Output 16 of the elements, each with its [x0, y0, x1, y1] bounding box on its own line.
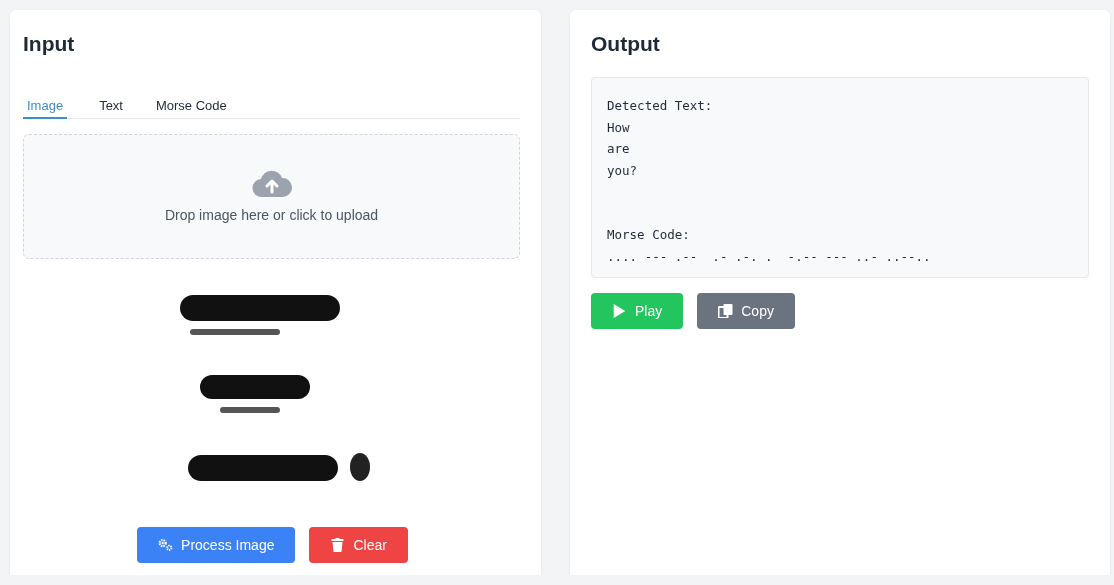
upload-dropzone[interactable]: Drop image here or click to upload — [23, 134, 520, 259]
detected-text-line: you? — [607, 161, 639, 180]
morse-code-text: .... --- .-- .- .-. . -.-- --- ..- ..--.. — [607, 247, 932, 266]
tab[interactable]: Text — [95, 85, 140, 119]
tab[interactable]: Morse Code — [152, 85, 244, 119]
detected-text-line: How — [607, 118, 631, 137]
process-button[interactable]: Process Image — [137, 527, 296, 563]
tab[interactable]: Image — [23, 85, 68, 119]
output-label: Morse Code: — [607, 226, 691, 244]
panel-title: Output — [591, 31, 661, 57]
panel-title: Input — [23, 31, 76, 57]
detected-text-line: are — [607, 140, 631, 158]
clear-button[interactable]: Clear — [309, 527, 408, 563]
copy-button[interactable]: Copy — [697, 293, 795, 329]
upload-hint: Drop image here or click to upload — [164, 207, 379, 223]
output-label: Detected Text: — [607, 97, 714, 115]
